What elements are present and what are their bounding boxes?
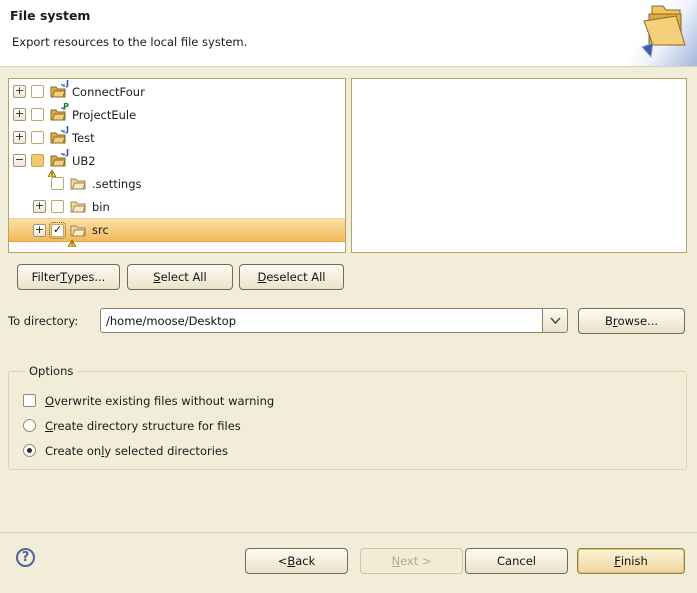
tree-checkbox[interactable] bbox=[51, 200, 64, 213]
cancel-button[interactable]: Cancel bbox=[465, 548, 568, 574]
expand-icon[interactable]: + bbox=[33, 200, 46, 213]
footer-separator bbox=[0, 532, 697, 534]
expand-icon[interactable]: + bbox=[13, 131, 26, 144]
java-project-folder-icon: J bbox=[50, 84, 67, 99]
destination-combobox[interactable] bbox=[100, 308, 568, 333]
tree-item-label: .settings bbox=[92, 177, 142, 191]
export-folder-icon bbox=[639, 3, 689, 62]
destination-input[interactable] bbox=[101, 309, 542, 332]
help-icon: ? bbox=[22, 550, 30, 565]
folder-icon bbox=[70, 199, 87, 214]
page-subtitle: Export resources to the local file syste… bbox=[12, 35, 247, 49]
tree-item-label: ConnectFour bbox=[72, 85, 145, 99]
expand-icon[interactable]: + bbox=[13, 108, 26, 121]
radio-button[interactable] bbox=[23, 444, 36, 457]
options-group: Options Overwrite existing files without… bbox=[8, 364, 687, 470]
radio-button[interactable] bbox=[23, 419, 36, 432]
folder-icon bbox=[70, 176, 87, 191]
option-label: Create only selected directories bbox=[45, 444, 228, 458]
tree-item-label: bin bbox=[92, 200, 110, 214]
java-project-folder-icon: P bbox=[50, 107, 67, 122]
help-button[interactable]: ? bbox=[16, 548, 35, 567]
project-nature-badge: J bbox=[66, 126, 69, 134]
option-row[interactable]: Create only selected directories bbox=[23, 438, 686, 463]
chevron-down-icon bbox=[550, 317, 561, 324]
collapse-icon[interactable]: − bbox=[13, 154, 26, 167]
tree-item-label: UB2 bbox=[72, 154, 96, 168]
tree-row[interactable]: + bin bbox=[9, 195, 345, 218]
option-row[interactable]: Overwrite existing files without warning bbox=[23, 388, 686, 413]
select-all-button[interactable]: Select All bbox=[127, 264, 233, 290]
combo-dropdown-button[interactable] bbox=[542, 309, 567, 332]
browse-button[interactable]: Browse... bbox=[578, 308, 685, 334]
tree-indent bbox=[9, 183, 33, 184]
page-title: File system bbox=[10, 8, 90, 23]
tree-checkbox[interactable] bbox=[31, 85, 44, 98]
next-button[interactable]: Next > bbox=[360, 548, 463, 574]
tree-checkbox[interactable] bbox=[51, 177, 64, 190]
option-label: Overwrite existing files without warning bbox=[45, 394, 274, 408]
tree-row[interactable]: + src bbox=[9, 218, 345, 242]
tree-item-label: Test bbox=[72, 131, 95, 145]
tree-row[interactable]: +PProjectEule bbox=[9, 103, 345, 126]
project-nature-badge: P bbox=[63, 103, 69, 111]
project-nature-badge: J bbox=[66, 149, 69, 157]
resource-tree-panel[interactable]: +JConnectFour+PProjectEule+JTest−JUB2+.s… bbox=[8, 78, 346, 253]
deselect-all-button[interactable]: Deselect All bbox=[239, 264, 344, 290]
options-legend: Options bbox=[25, 364, 77, 378]
tree-row[interactable]: −JUB2 bbox=[9, 149, 345, 172]
file-list-panel[interactable] bbox=[351, 78, 687, 253]
java-project-folder-icon: J bbox=[50, 130, 67, 145]
tree-indent bbox=[9, 206, 33, 207]
finish-button[interactable]: Finish bbox=[577, 548, 685, 574]
tree-indent bbox=[9, 230, 33, 231]
tree-item-label: ProjectEule bbox=[72, 108, 136, 122]
tree-checkbox[interactable] bbox=[31, 154, 44, 167]
tree-checkbox[interactable] bbox=[31, 108, 44, 121]
wizard-header: File system Export resources to the loca… bbox=[0, 0, 697, 67]
tree-item-label: src bbox=[92, 223, 109, 237]
to-directory-label: To directory: bbox=[8, 314, 78, 328]
expand-icon[interactable]: + bbox=[33, 224, 46, 237]
tree-row[interactable]: +.settings bbox=[9, 172, 345, 195]
tree-checkbox[interactable] bbox=[51, 224, 64, 237]
expand-icon[interactable]: + bbox=[13, 85, 26, 98]
tree-row[interactable]: +JConnectFour bbox=[9, 80, 345, 103]
java-project-folder-icon: J bbox=[50, 153, 67, 168]
option-row[interactable]: Create directory structure for files bbox=[23, 413, 686, 438]
tree-row[interactable]: +JTest bbox=[9, 126, 345, 149]
project-nature-badge: J bbox=[66, 80, 69, 88]
back-button[interactable]: < Back bbox=[245, 548, 348, 574]
filter-types-button[interactable]: Filter Types... bbox=[17, 264, 120, 290]
option-label: Create directory structure for files bbox=[45, 419, 241, 433]
folder-icon bbox=[70, 223, 87, 238]
tree-checkbox[interactable] bbox=[31, 131, 44, 144]
checkbox[interactable] bbox=[23, 394, 36, 407]
